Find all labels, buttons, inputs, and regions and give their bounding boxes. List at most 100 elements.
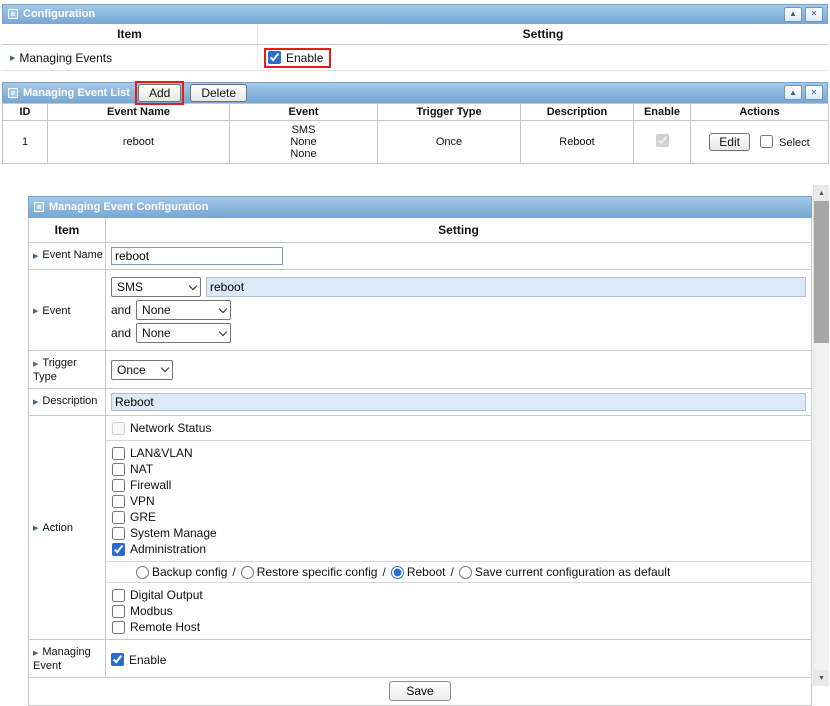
row-select-checkbox[interactable] [760, 135, 773, 148]
chevron-down-icon [189, 281, 197, 289]
collapse-button[interactable]: ▲ [784, 85, 802, 100]
event-text-input[interactable] [206, 277, 806, 297]
managing-event-label: Managing Event [33, 646, 91, 672]
event-type-select[interactable]: SMS [111, 277, 201, 297]
close-icon: ✕ [811, 89, 818, 97]
action-system-manage-checkbox[interactable] [112, 527, 125, 540]
trigger-type-row: ▶Trigger Type Once [29, 351, 811, 389]
description-item-cell: ▶Description [29, 389, 106, 415]
col-event: Event [230, 104, 378, 121]
add-button[interactable]: Add [138, 84, 181, 102]
radio-backup-config-label: Backup config [152, 565, 227, 579]
enable-label: Enable [286, 51, 323, 65]
cell-trigger-type: Once [378, 121, 521, 164]
cell-event: SMS None None [230, 121, 378, 164]
action-nat-checkbox[interactable] [112, 463, 125, 476]
close-button[interactable]: ✕ [805, 7, 823, 22]
managing-events-setting-cell: Enable [258, 47, 828, 69]
scroll-up-icon: ▲ [818, 190, 825, 197]
description-input[interactable] [111, 393, 806, 411]
managing-event-row: ▶Managing Event Enable [29, 640, 811, 678]
and-label: and [111, 326, 131, 340]
action-lanvlan-checkbox[interactable] [112, 447, 125, 460]
network-status-subrow: Network Status [106, 416, 811, 441]
column-header-item: Item [2, 24, 258, 44]
collapse-button[interactable]: ▲ [784, 7, 802, 22]
triangle-icon: ▶ [33, 305, 38, 318]
action-modbus-checkbox[interactable] [112, 605, 125, 618]
radio-save-default[interactable] [459, 566, 472, 579]
action-remote-host-checkbox[interactable] [112, 621, 125, 634]
managing-events-item-cell: ▶ Managing Events [2, 45, 258, 70]
close-button[interactable]: ✕ [805, 85, 823, 100]
event-and1-select[interactable]: None [136, 300, 231, 320]
event-line-2: None [232, 136, 375, 148]
separator: / [382, 565, 385, 579]
trigger-type-select[interactable]: Once [111, 360, 173, 380]
event-type-value: SMS [117, 280, 143, 294]
cell-event-name: reboot [48, 121, 230, 164]
action-gre-label: GRE [130, 510, 156, 524]
separator: / [232, 565, 235, 579]
action-lanvlan-label: LAN&VLAN [130, 446, 193, 460]
radio-backup-config[interactable] [136, 566, 149, 579]
event-label: Event [42, 305, 70, 318]
managing-event-configuration-panel: Managing Event Configuration Item Settin… [28, 196, 812, 706]
action-digital-output-checkbox[interactable] [112, 589, 125, 602]
action-system-manage-label: System Manage [130, 526, 217, 540]
network-status-label: Network Status [130, 421, 211, 435]
event-row: ▶ Event SMS and None [29, 270, 811, 351]
event-list-header-row: ID Event Name Event Trigger Type Descrip… [3, 104, 829, 121]
chevron-down-icon [219, 327, 227, 335]
edit-button[interactable]: Edit [709, 133, 750, 151]
event-config-title: Managing Event Configuration [49, 201, 209, 213]
managing-events-enable-checkbox[interactable] [268, 51, 281, 64]
event-and2-select[interactable]: None [136, 323, 231, 343]
event-name-input[interactable] [111, 247, 283, 265]
managing-events-row: ▶ Managing Events Enable [2, 45, 828, 71]
event-list-title: Managing Event List [23, 87, 130, 99]
radio-restore-specific-config[interactable] [241, 566, 254, 579]
vertical-scrollbar[interactable]: ▲ ▼ [813, 185, 829, 686]
save-button[interactable]: Save [389, 681, 450, 701]
event-list-header-bar: Managing Event List Add Delete ▲ ✕ [2, 82, 828, 103]
radio-reboot[interactable] [391, 566, 404, 579]
radio-reboot-label: Reboot [407, 565, 446, 579]
scrollbar-track[interactable] [814, 343, 829, 670]
scrollbar-up-button[interactable]: ▲ [814, 185, 829, 201]
trigger-type-item-cell: ▶Trigger Type [29, 351, 106, 388]
highlight-box-add: Add [135, 81, 184, 105]
scrollbar-down-button[interactable]: ▼ [814, 670, 829, 686]
and-label: and [111, 303, 131, 317]
action-setting-cell: Network Status LAN&VLAN NAT Firewall VPN… [106, 416, 811, 639]
event-and2-value: None [142, 326, 171, 340]
scrollbar-thumb[interactable] [814, 201, 829, 343]
close-icon: ✕ [811, 10, 818, 18]
action-administration-checkbox[interactable] [112, 543, 125, 556]
event-config-table: Item Setting ▶Event Name ▶Event SMS [28, 218, 812, 706]
action-checkbox-group: LAN&VLAN NAT Firewall VPN GRE System Man… [106, 441, 811, 562]
configuration-header-bar: Configuration ▲ ✕ [2, 4, 828, 24]
event-item-cell: ▶ Event [29, 270, 106, 350]
event-condition-3: and None [111, 323, 806, 343]
cell-id: 1 [3, 121, 48, 164]
action-firewall-checkbox[interactable] [112, 479, 125, 492]
managing-event-enable-checkbox[interactable] [111, 653, 124, 666]
description-row: ▶Description [29, 389, 811, 416]
event-condition-1: SMS [111, 277, 806, 297]
action-vpn-checkbox[interactable] [112, 495, 125, 508]
event-and1-value: None [142, 303, 171, 317]
triangle-icon: ▶ [33, 253, 38, 260]
action-gre-checkbox[interactable] [112, 511, 125, 524]
delete-button[interactable]: Delete [190, 84, 247, 102]
section-icon [34, 202, 44, 212]
description-label: Description [42, 395, 97, 407]
network-status-checkbox [112, 422, 125, 435]
managing-events-label: Managing Events [19, 51, 112, 65]
managing-event-item-cell: ▶Managing Event [29, 640, 106, 677]
row-enable-checkbox [656, 134, 669, 147]
trigger-type-setting-cell: Once [106, 351, 811, 388]
action-row: ▶Action Network Status LAN&VLAN NAT Fire… [29, 416, 811, 640]
action-checkbox-group-2: Digital Output Modbus Remote Host [106, 583, 811, 639]
event-name-setting-cell [106, 243, 811, 269]
